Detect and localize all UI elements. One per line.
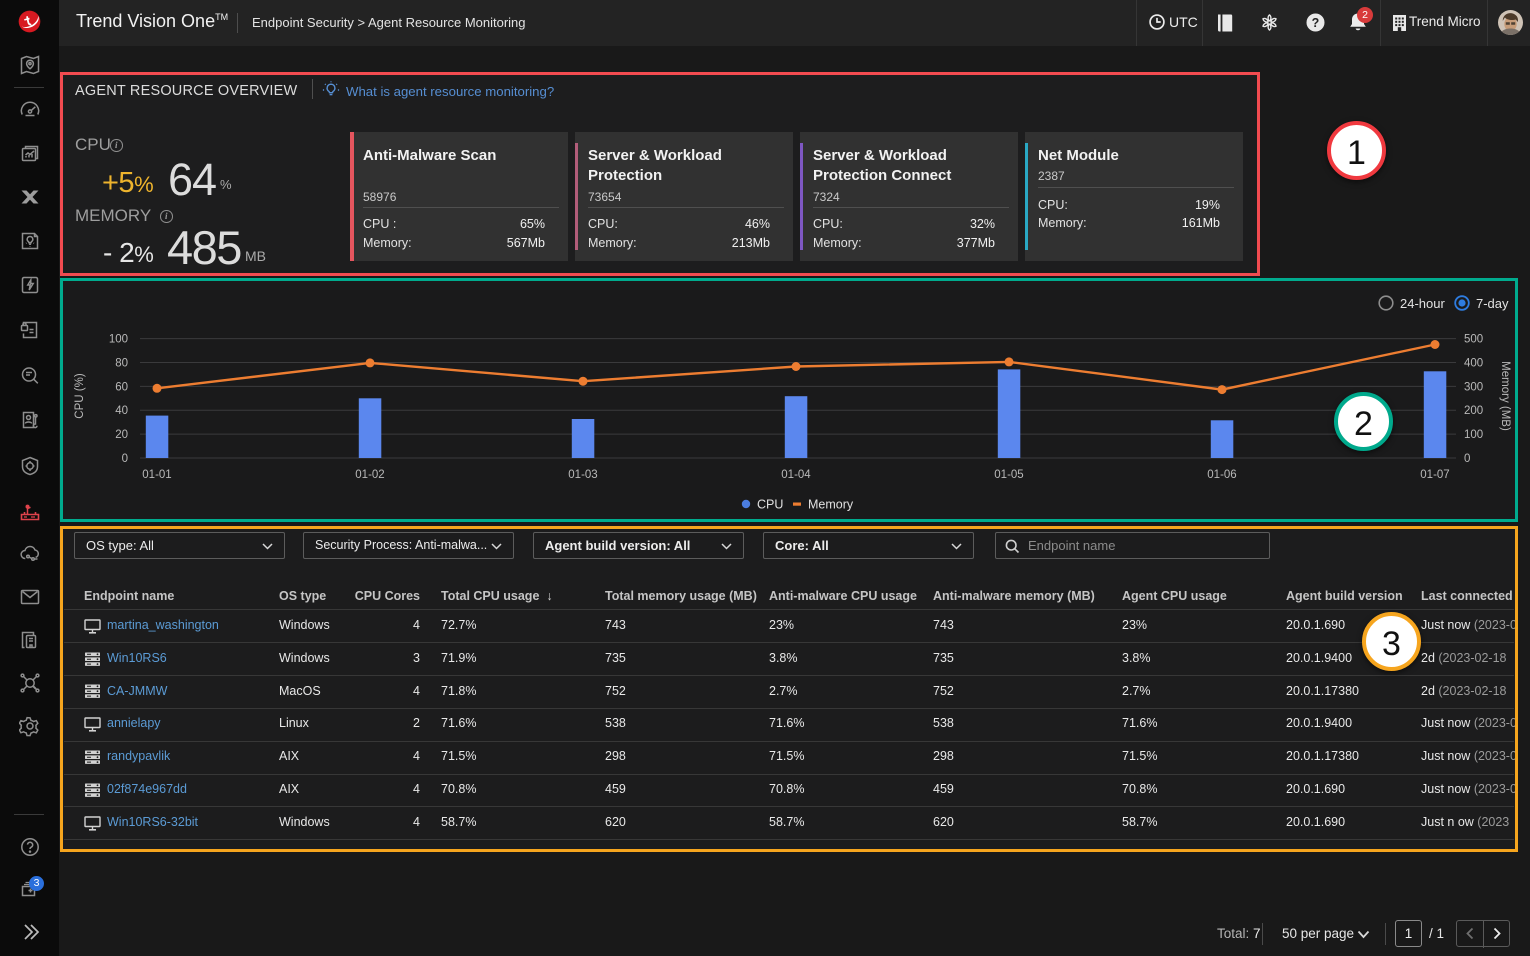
svg-text:100: 100 — [109, 334, 128, 346]
svg-text:500: 500 — [1464, 334, 1483, 346]
svg-text:01-04: 01-04 — [781, 469, 811, 481]
svg-text:01-07: 01-07 — [1420, 469, 1449, 481]
svg-text:CPU: CPU — [757, 498, 783, 512]
svg-text:01-01: 01-01 — [142, 469, 171, 481]
svg-text:20: 20 — [115, 429, 128, 441]
svg-text:0: 0 — [1464, 453, 1470, 465]
svg-text:0: 0 — [122, 453, 128, 465]
svg-text:?: ? — [1312, 16, 1320, 30]
svg-text:Memory (MB): Memory (MB) — [1499, 361, 1511, 431]
svg-text:01-03: 01-03 — [568, 469, 597, 481]
svg-text:Memory: Memory — [808, 498, 854, 512]
svg-text:CPU (%): CPU (%) — [74, 373, 86, 419]
svg-text:40: 40 — [115, 405, 128, 417]
svg-text:400: 400 — [1464, 358, 1483, 370]
svg-text:01-05: 01-05 — [994, 469, 1023, 481]
svg-text:80: 80 — [115, 358, 128, 370]
svg-text:300: 300 — [1464, 381, 1483, 393]
svg-text:200: 200 — [1464, 405, 1483, 417]
svg-text:01-06: 01-06 — [1207, 469, 1236, 481]
svg-text:01-02: 01-02 — [355, 469, 384, 481]
svg-text:100: 100 — [1464, 429, 1483, 441]
svg-text:60: 60 — [115, 381, 128, 393]
